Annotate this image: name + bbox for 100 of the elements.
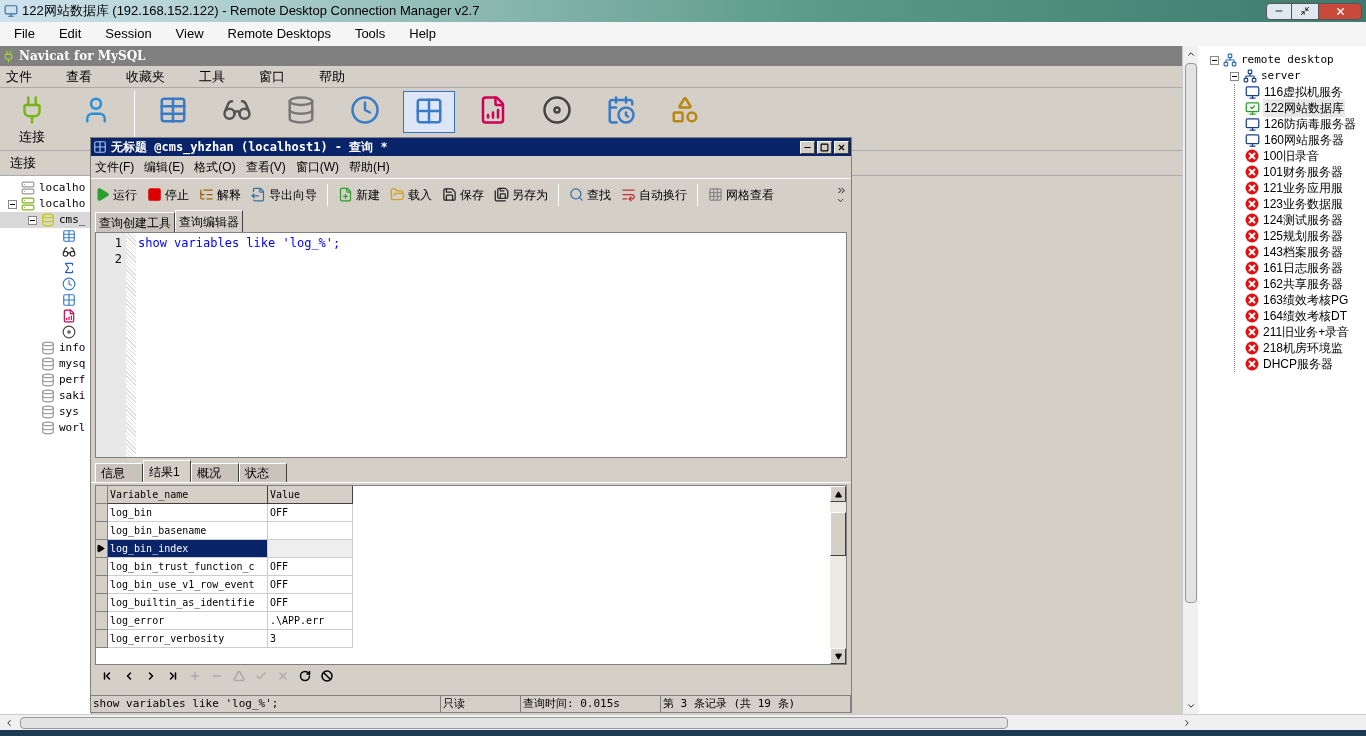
toolbar-button[interactable]: 另存为 xyxy=(494,185,548,204)
toolbar-button[interactable]: 连接 xyxy=(6,91,58,147)
minimize-button[interactable] xyxy=(1266,2,1292,20)
tree-item[interactable]: worl xyxy=(59,419,86,437)
database-icon xyxy=(41,405,55,419)
maximize-icon xyxy=(820,142,829,152)
toolbar-button[interactable]: 自动换行 xyxy=(621,185,687,204)
tree-item[interactable]: mysq xyxy=(59,355,86,373)
tree-item[interactable]: localho xyxy=(39,179,86,197)
menu-item[interactable]: 帮助(H) xyxy=(349,158,390,176)
tree-item[interactable]: 162共享服务器 xyxy=(1262,275,1345,293)
toolbar-button[interactable]: 解释 xyxy=(199,185,241,204)
tab[interactable]: 状态 xyxy=(239,463,287,482)
tree-item[interactable]: sys xyxy=(59,403,79,421)
menu-item[interactable]: 窗口 xyxy=(259,66,285,87)
tree-item[interactable]: 125规划服务器 xyxy=(1262,227,1345,245)
tree-item[interactable]: 101财务服务器 xyxy=(1262,163,1345,181)
toolbar-button[interactable]: 运行 xyxy=(95,185,137,204)
column-header[interactable]: Variable_name xyxy=(108,486,268,504)
cassette-icon[interactable] xyxy=(62,325,76,339)
tree-item[interactable]: saki xyxy=(59,387,86,405)
menu-item[interactable]: 编辑(E) xyxy=(144,158,185,176)
clock-icon[interactable] xyxy=(62,277,76,291)
report-icon[interactable] xyxy=(62,309,76,323)
menu-item[interactable]: Session xyxy=(105,24,152,44)
toolbar-button[interactable]: 停止 xyxy=(147,185,189,204)
function-icon[interactable] xyxy=(62,261,76,275)
menu-item[interactable]: 查看(V) xyxy=(245,158,286,176)
stop-icon[interactable] xyxy=(321,670,333,682)
scroll-thumb[interactable] xyxy=(1184,63,1197,603)
tab[interactable]: 概况 xyxy=(191,463,239,482)
scroll-thumb[interactable] xyxy=(20,716,1008,729)
collapse-toggle[interactable] xyxy=(28,215,37,225)
tree-item[interactable]: perf xyxy=(59,371,86,389)
tree-item[interactable]: 163绩效考核PG xyxy=(1262,291,1350,309)
toolbar-button[interactable]: 查找 xyxy=(569,185,611,204)
restore-button[interactable] xyxy=(1292,2,1318,20)
restore-icon xyxy=(1300,6,1310,16)
tree-item[interactable]: 211旧业务+录音 xyxy=(1262,323,1351,341)
toolbar-button[interactable] xyxy=(403,91,455,133)
code-line: show variables like 'log_%'; xyxy=(138,235,341,251)
grid-icon[interactable] xyxy=(62,293,76,307)
tab[interactable]: 查询编辑器 xyxy=(175,210,243,232)
first-record-icon[interactable] xyxy=(101,670,113,682)
tree-item[interactable]: 126防病毒服务器 xyxy=(1263,115,1358,133)
menu-item[interactable]: 帮助 xyxy=(319,66,345,87)
glasses-icon[interactable] xyxy=(62,245,76,259)
tab[interactable]: 结果1 xyxy=(143,460,191,482)
menu-item[interactable]: 工具 xyxy=(199,66,225,87)
toolbar-button[interactable]: 新建 xyxy=(338,185,380,204)
menu-item[interactable]: File xyxy=(14,24,35,44)
menu-item[interactable]: View xyxy=(175,24,204,44)
tree-item[interactable]: 123业务数据服 xyxy=(1262,195,1345,213)
export-icon xyxy=(251,187,266,202)
table-icon[interactable] xyxy=(62,229,76,243)
tree-item[interactable]: 143档案服务器 xyxy=(1262,243,1345,261)
tree-item[interactable]: 122网站数据库 xyxy=(1263,99,1346,117)
table-cell: OFF xyxy=(268,576,353,594)
vertical-scrollbar[interactable] xyxy=(1182,46,1198,714)
tree-item[interactable]: cms_ xyxy=(59,211,86,229)
menu-item[interactable]: 窗口(W) xyxy=(295,158,339,176)
menu-item[interactable]: Remote Desktops xyxy=(227,24,331,44)
tree-item[interactable]: 124测试服务器 xyxy=(1262,211,1345,229)
column-header[interactable]: Value xyxy=(268,486,353,504)
tree-item[interactable]: server xyxy=(1261,67,1301,85)
menu-item[interactable]: Help xyxy=(409,24,436,44)
maximize-button[interactable] xyxy=(817,140,832,154)
menu-item[interactable]: Tools xyxy=(354,24,386,44)
refresh-icon[interactable] xyxy=(299,670,311,682)
collapse-toggle[interactable] xyxy=(1210,55,1219,65)
menu-item[interactable]: 查看 xyxy=(66,66,92,87)
toolbar-button[interactable]: 保存 xyxy=(442,185,484,204)
menu-item[interactable]: 格式(O) xyxy=(194,158,236,176)
tree-item[interactable]: 218机房环境监 xyxy=(1262,339,1345,357)
menu-item[interactable]: 文件 xyxy=(6,66,32,87)
tree-item[interactable]: 164绩效考核DT xyxy=(1262,307,1349,325)
tree-item[interactable]: 116虚拟机服务 xyxy=(1263,83,1345,101)
tree-item[interactable]: 161日志服务器 xyxy=(1262,259,1345,277)
tree-item[interactable]: DHCP服务器 xyxy=(1262,355,1334,373)
menu-item[interactable]: 文件(F) xyxy=(95,158,135,176)
menu-item[interactable]: 收藏夹 xyxy=(126,66,165,87)
tab[interactable]: 查询创建工具 xyxy=(95,212,175,232)
tree-item[interactable]: info xyxy=(59,339,86,357)
tab[interactable]: 信息 xyxy=(95,463,143,482)
horizontal-scrollbar[interactable] xyxy=(0,714,1366,730)
tree-item[interactable]: 121业务应用服 xyxy=(1262,179,1345,197)
menu-item[interactable]: Edit xyxy=(58,24,82,44)
collapse-toggle[interactable] xyxy=(1230,71,1239,81)
panel-header: 连接 xyxy=(10,154,36,173)
last-record-icon[interactable] xyxy=(167,670,179,682)
tree-item[interactable]: 160网站服务器 xyxy=(1263,131,1346,149)
collapse-toggle[interactable] xyxy=(8,199,17,209)
tree-item[interactable]: 100旧录音 xyxy=(1262,147,1321,165)
tree-item[interactable]: localho xyxy=(39,195,86,213)
vertical-scrollbar[interactable] xyxy=(830,486,846,664)
app-title: Navicat for MySQL xyxy=(19,48,146,65)
tree-item[interactable]: remote desktop xyxy=(1241,51,1334,69)
toolbar-button[interactable]: 导出向导 xyxy=(251,185,317,204)
toolbar-button[interactable]: 网格查看 xyxy=(708,185,774,204)
toolbar-button[interactable]: 载入 xyxy=(390,185,432,204)
